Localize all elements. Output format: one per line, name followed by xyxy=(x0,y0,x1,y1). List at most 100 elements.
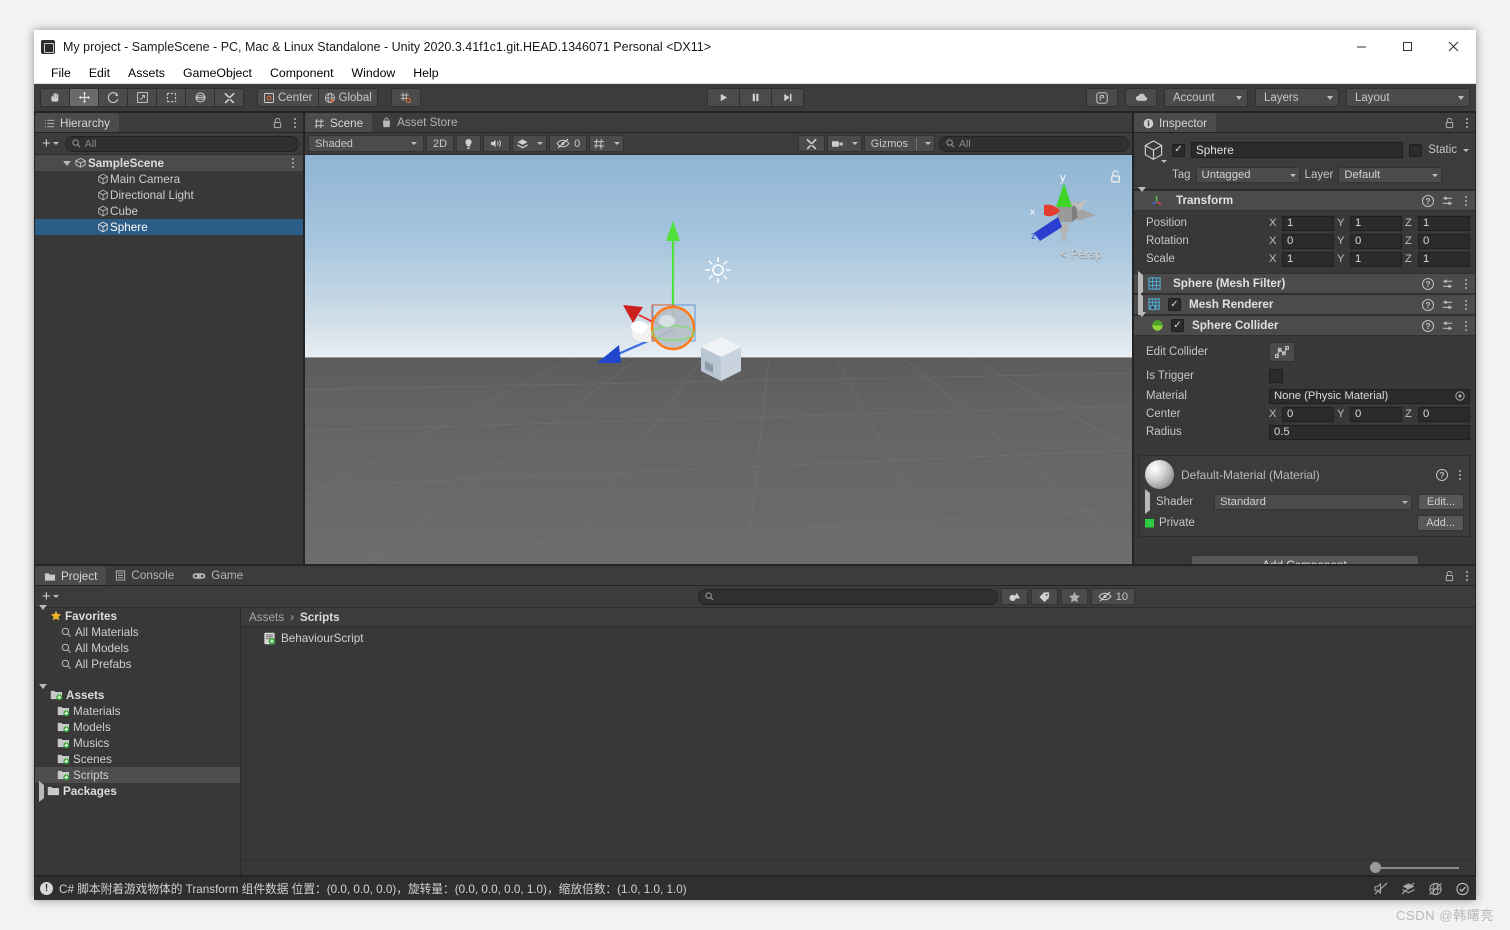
file-row-behaviourscript[interactable]: BehaviourScript xyxy=(241,630,1475,647)
hierarchy-search-input[interactable]: All xyxy=(64,135,299,152)
project-visibility-button[interactable]: 10 xyxy=(1090,588,1136,605)
check-circle-icon[interactable] xyxy=(1455,882,1470,896)
step-button[interactable] xyxy=(770,88,804,107)
help-icon[interactable]: ? xyxy=(1422,194,1434,207)
help-icon[interactable]: ? xyxy=(1422,319,1434,332)
chevron-down-icon[interactable] xyxy=(1161,160,1167,163)
tab-game[interactable]: Game xyxy=(183,566,252,585)
center-x-input[interactable]: 0 xyxy=(1282,406,1334,422)
private-checkbox[interactable] xyxy=(1145,518,1154,528)
custom-editor-tool-button[interactable] xyxy=(214,88,244,107)
rect-tool-button[interactable] xyxy=(156,88,186,107)
position-x-input[interactable]: 1 xyxy=(1282,215,1334,231)
menu-window[interactable]: Window xyxy=(343,63,405,84)
center-z-input[interactable]: 0 xyxy=(1418,406,1470,422)
scene-menu-icon[interactable] xyxy=(289,158,297,168)
transform-tool-button[interactable] xyxy=(185,88,215,107)
menu-edit[interactable]: Edit xyxy=(80,63,119,84)
project-row-materials[interactable]: Materials xyxy=(35,703,240,719)
project-row-packages[interactable]: Packages xyxy=(35,780,240,802)
scene-lock-icon[interactable] xyxy=(1109,169,1122,184)
preset-icon[interactable] xyxy=(1442,299,1454,311)
scale-x-input[interactable]: 1 xyxy=(1282,251,1334,267)
scene-grid-button[interactable]: y xyxy=(589,135,625,152)
sphere-object-with-gizmo[interactable] xyxy=(581,215,711,395)
breadcrumb-scripts[interactable]: Scripts xyxy=(300,611,340,624)
favorites-filter-button[interactable] xyxy=(1060,588,1088,605)
preset-icon[interactable] xyxy=(1442,195,1454,207)
menu-help[interactable]: Help xyxy=(404,63,447,84)
position-y-input[interactable]: 1 xyxy=(1350,215,1402,231)
expand-triangle-icon[interactable] xyxy=(1138,311,1146,335)
component-header-mesh-renderer[interactable]: ✓ Mesh Renderer ? xyxy=(1134,291,1475,317)
project-row-scenes[interactable]: Scenes xyxy=(35,751,240,767)
tab-scene[interactable]: Scene xyxy=(305,113,373,132)
menu-gameobject[interactable]: GameObject xyxy=(174,63,261,84)
project-row-assets[interactable]: Assets xyxy=(35,683,240,703)
radius-input[interactable]: 0.5 xyxy=(1269,424,1470,440)
collab-button[interactable] xyxy=(1086,88,1118,107)
project-zoom-slider[interactable] xyxy=(1367,862,1459,874)
tab-project[interactable]: Project xyxy=(35,566,107,585)
hierarchy-add-button[interactable]: + xyxy=(39,136,62,151)
minimize-button[interactable] xyxy=(1338,30,1384,63)
tab-asset-store[interactable]: Asset Store xyxy=(372,113,466,132)
layer-dropdown[interactable]: Default xyxy=(1338,167,1443,183)
asset-type-filter-button[interactable] xyxy=(1000,588,1028,605)
project-search-input[interactable] xyxy=(697,588,998,605)
slider-knob[interactable] xyxy=(1370,862,1381,873)
expand-triangle-icon[interactable] xyxy=(1138,186,1146,210)
mesh-renderer-enabled-checkbox[interactable]: ✓ xyxy=(1168,298,1181,311)
edit-collider-button[interactable] xyxy=(1269,342,1295,362)
project-row-scripts[interactable]: Scripts xyxy=(35,767,240,783)
object-name-input[interactable]: Sphere xyxy=(1191,142,1404,158)
scene-tools-button[interactable] xyxy=(797,135,825,152)
tab-inspector[interactable]: Inspector xyxy=(1134,113,1217,132)
project-row-all-prefabs[interactable]: All Prefabs xyxy=(35,656,240,672)
is-trigger-checkbox[interactable]: ✓ xyxy=(1269,369,1283,383)
layers-disabled-icon[interactable] xyxy=(1401,882,1416,895)
object-picker-icon[interactable] xyxy=(1455,391,1465,401)
project-add-button[interactable]: + xyxy=(39,589,62,604)
expand-triangle-icon[interactable] xyxy=(1138,291,1143,317)
menu-component[interactable]: Component xyxy=(261,63,343,84)
material-menu-icon[interactable] xyxy=(1456,469,1464,480)
static-checkbox[interactable]: ✓ xyxy=(1409,143,1423,157)
help-icon[interactable]: ? xyxy=(1422,298,1434,311)
component-menu-icon[interactable] xyxy=(1462,320,1470,331)
menu-assets[interactable]: Assets xyxy=(119,63,174,84)
breadcrumb-assets[interactable]: Assets xyxy=(249,611,284,624)
expand-triangle-icon[interactable] xyxy=(39,780,44,802)
scene-viewport[interactable]: y x z < Persp xyxy=(305,155,1132,564)
tab-console[interactable]: Console xyxy=(106,566,183,585)
chevron-down-icon[interactable] xyxy=(1463,148,1469,152)
scene-camera-button[interactable] xyxy=(826,135,862,152)
gizmos-dropdown[interactable]: Gizmos xyxy=(863,135,935,152)
hierarchy-row-main-camera[interactable]: Main Camera xyxy=(35,171,303,187)
sphere-collider-enabled-checkbox[interactable]: ✓ xyxy=(1171,319,1184,332)
status-message[interactable]: C# 脚本附着游戏物体的 Transform 组件数据 位置：(0.0, 0.0… xyxy=(59,880,687,897)
hierarchy-row-cube[interactable]: Cube xyxy=(35,203,303,219)
inspector-menu-icon[interactable] xyxy=(1463,118,1471,128)
scene-fx-button[interactable] xyxy=(512,135,548,152)
perspective-label[interactable]: < Persp xyxy=(1060,247,1102,261)
tab-hierarchy[interactable]: Hierarchy xyxy=(35,113,120,132)
scale-y-input[interactable]: 1 xyxy=(1350,251,1402,267)
label-filter-button[interactable] xyxy=(1030,588,1058,605)
lock-icon[interactable] xyxy=(1444,570,1455,582)
scene-lighting-button[interactable] xyxy=(456,135,482,152)
lock-icon[interactable] xyxy=(272,117,283,129)
maximize-button[interactable] xyxy=(1384,30,1430,63)
project-menu-icon[interactable] xyxy=(1463,571,1471,581)
menu-file[interactable]: File xyxy=(42,63,80,84)
expand-triangle-icon[interactable] xyxy=(39,683,47,702)
position-z-input[interactable]: 1 xyxy=(1418,215,1470,231)
globe-disabled-icon[interactable] xyxy=(1428,882,1443,896)
move-tool-button[interactable] xyxy=(69,88,99,107)
rotation-z-input[interactable]: 0 xyxy=(1418,233,1470,249)
physic-material-field[interactable]: None (Physic Material) xyxy=(1269,388,1470,404)
pause-button[interactable] xyxy=(738,88,772,107)
component-header-sphere-collider[interactable]: ✓ Sphere Collider ? xyxy=(1134,311,1475,336)
component-header-transform[interactable]: Transform ? xyxy=(1134,186,1475,211)
material-add-button[interactable]: Add... xyxy=(1417,515,1464,531)
